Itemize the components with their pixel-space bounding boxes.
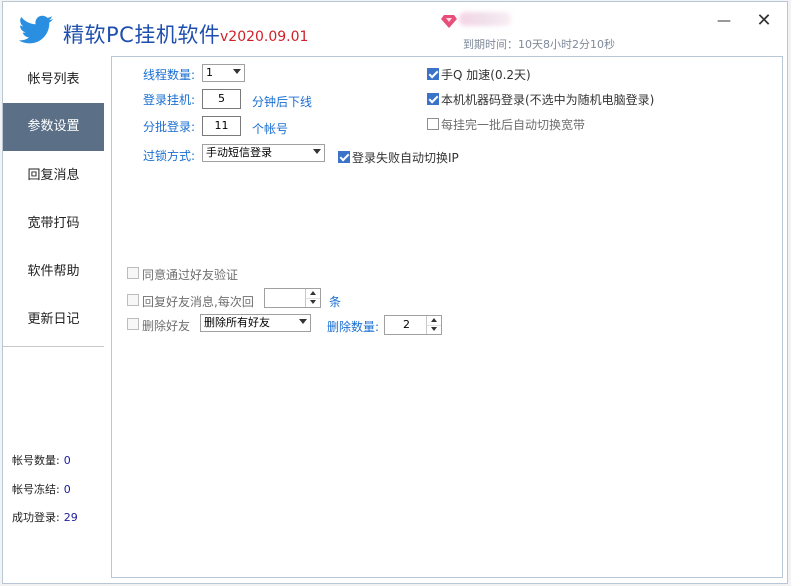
close-button[interactable]: ✕ xyxy=(752,10,776,32)
reply-friend-checkbox[interactable] xyxy=(127,294,139,306)
sidebar-item-broadband-captcha[interactable]: 宽带打码 xyxy=(3,200,104,248)
stat-value: 29 xyxy=(63,511,78,524)
mobile-q-label: 手Q 加速(0.2天) xyxy=(441,68,531,82)
thread-count-select[interactable]: 1 xyxy=(202,64,245,82)
minimize-button[interactable]: — xyxy=(712,10,736,32)
stat-label: 帐号数量: xyxy=(12,454,60,467)
switch-ip-label: 登录失败自动切换IP xyxy=(352,151,459,165)
accept-friend-checkbox[interactable] xyxy=(127,267,139,279)
stepper-buttons xyxy=(305,289,320,307)
delete-friend-mode-value: 删除所有好友 xyxy=(204,316,270,329)
bird-logo-icon xyxy=(18,15,54,44)
machine-code-checkbox[interactable] xyxy=(427,93,439,105)
reply-friend-label: 回复好友消息,每次回 xyxy=(142,295,254,309)
app-title: 精软PC挂机软件 xyxy=(63,23,221,47)
stat-label: 成功登录: xyxy=(12,511,60,524)
sidebar: 帐号列表 参数设置 回复消息 宽带打码 软件帮助 更新日记 帐号数量: 0 帐号冻… xyxy=(3,56,104,583)
unlock-method-label: 过锁方式: xyxy=(143,149,196,163)
login-hang-input[interactable]: 5 xyxy=(202,89,241,109)
batch-login-suffix: 个帐号 xyxy=(252,122,289,136)
sidebar-divider xyxy=(3,346,104,347)
login-hang-suffix: 分钟后下线 xyxy=(252,95,313,109)
stat-value: 0 xyxy=(63,454,71,467)
delete-count-label: 删除数量: xyxy=(327,320,380,334)
title-bar[interactable]: 精软PC挂机软件 v2020.09.01 到期时间：10天8小时2分10秒 — … xyxy=(3,2,787,56)
mobile-q-checkbox[interactable] xyxy=(427,68,439,80)
batch-login-input[interactable]: 11 xyxy=(202,116,241,136)
stat-account-count: 帐号数量: 0 xyxy=(12,452,71,468)
main-window: 精软PC挂机软件 v2020.09.01 到期时间：10天8小时2分10秒 — … xyxy=(2,1,788,584)
expire-time: 到期时间：10天8小时2分10秒 xyxy=(463,38,615,51)
app-version: v2020.09.01 xyxy=(220,29,309,45)
switch-broadband-label: 每挂完一批后自动切换宽带 xyxy=(441,118,586,132)
stepper-down-icon[interactable] xyxy=(427,325,441,334)
chevron-down-icon xyxy=(299,319,307,324)
stepper-buttons xyxy=(426,316,441,334)
stat-value: 0 xyxy=(63,483,71,496)
unlock-method-value: 手动短信登录 xyxy=(206,146,272,159)
accept-friend-label: 同意通过好友验证 xyxy=(142,268,239,282)
batch-login-label: 分批登录: xyxy=(143,120,196,134)
reply-count-stepper[interactable] xyxy=(264,288,321,308)
switch-broadband-checkbox[interactable] xyxy=(427,118,439,130)
delete-friend-label: 删除好友 xyxy=(142,319,191,333)
chevron-down-icon xyxy=(313,149,321,154)
delete-count-value: 2 xyxy=(403,318,410,331)
switch-ip-checkbox[interactable] xyxy=(338,151,350,163)
reply-count-value xyxy=(265,289,307,307)
stat-frozen-count: 帐号冻结: 0 xyxy=(12,481,71,497)
stat-label: 帐号冻结: xyxy=(12,483,60,496)
delete-friend-checkbox[interactable] xyxy=(127,318,139,330)
sidebar-item-software-help[interactable]: 软件帮助 xyxy=(3,248,104,296)
machine-code-label: 本机机器码登录(不选中为随机电脑登录) xyxy=(441,93,655,107)
sidebar-item-reply-messages[interactable]: 回复消息 xyxy=(3,152,104,200)
stepper-down-icon[interactable] xyxy=(306,298,320,307)
vip-diamond-icon xyxy=(441,15,457,28)
thread-count-value: 1 xyxy=(206,66,213,79)
stat-success-login: 成功登录: 29 xyxy=(12,509,78,525)
chevron-down-icon xyxy=(233,69,241,74)
sidebar-item-account-list[interactable]: 帐号列表 xyxy=(3,56,104,104)
settings-panel: 线程数量: 1 登录挂机: 5 分钟后下线 分批登录: 11 个帐号 过锁方式:… xyxy=(111,56,783,578)
thread-count-label: 线程数量: xyxy=(143,68,196,82)
reply-count-suffix: 条 xyxy=(329,295,342,309)
sidebar-item-update-log[interactable]: 更新日记 xyxy=(3,296,104,344)
unlock-method-select[interactable]: 手动短信登录 xyxy=(202,144,325,162)
sidebar-item-parameter-settings[interactable]: 参数设置 xyxy=(3,103,104,151)
delete-friend-mode-select[interactable]: 删除所有好友 xyxy=(200,314,311,332)
delete-count-stepper[interactable]: 2 xyxy=(384,315,442,335)
login-hang-label: 登录挂机: xyxy=(143,93,196,107)
username-blurred xyxy=(459,12,511,26)
